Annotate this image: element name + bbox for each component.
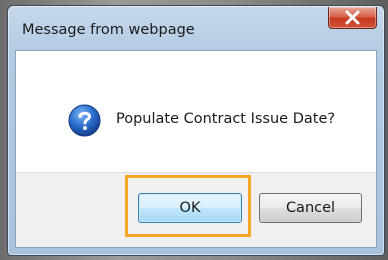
cancel-button[interactable]: Cancel: [259, 193, 362, 223]
dialog-titlebar[interactable]: Message from webpage: [8, 6, 384, 50]
message-area: Populate Contract Issue Date?: [16, 51, 376, 172]
close-button[interactable]: [328, 7, 377, 29]
dialog-message: Populate Contract Issue Date?: [116, 111, 336, 127]
close-icon: [345, 10, 360, 25]
ok-button[interactable]: OK: [138, 193, 242, 223]
question-icon: [68, 104, 101, 137]
dialog-title: Message from webpage: [22, 22, 195, 38]
